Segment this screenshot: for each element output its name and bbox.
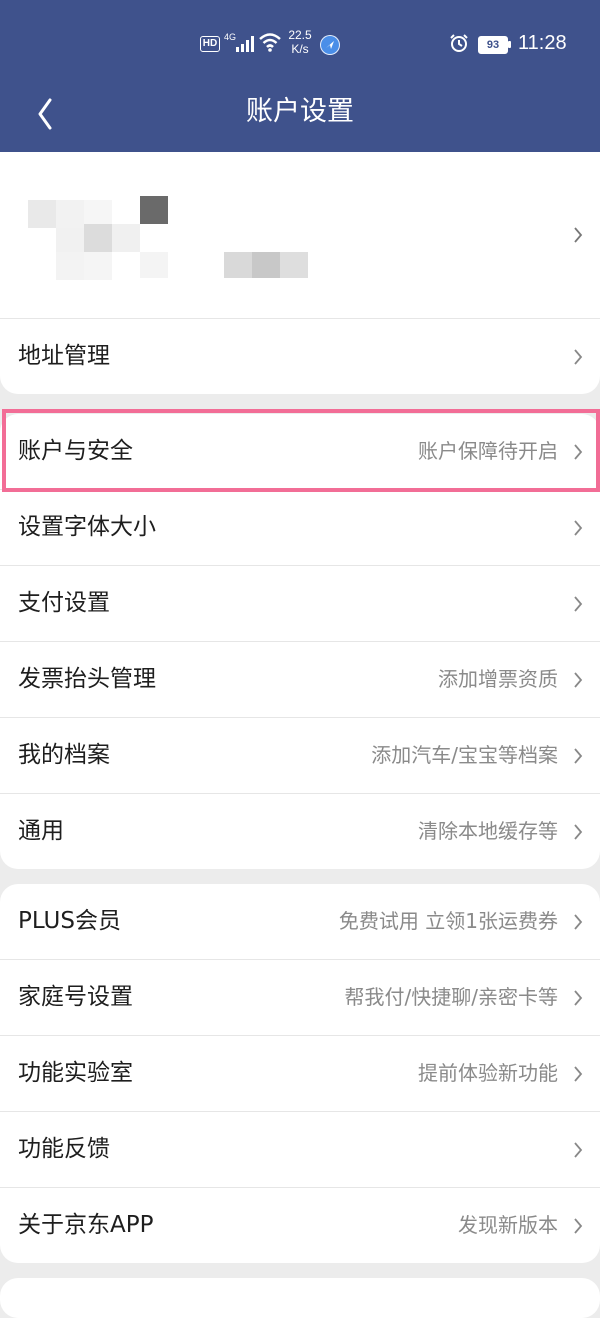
alarm-icon — [450, 34, 468, 52]
speed-unit: K/s — [291, 42, 309, 56]
chevron-right-icon — [574, 1218, 583, 1234]
menu-item-label: PLUS会员 — [18, 908, 121, 934]
menu-item-label: 地址管理 — [18, 343, 110, 369]
wifi-icon — [259, 33, 281, 52]
chevron-right-icon — [574, 227, 583, 243]
network-generation: 4G — [224, 32, 237, 42]
menu-item-hint: 添加汽车/宝宝等档案 — [371, 743, 558, 767]
menu-item-general[interactable]: 通用 清除本地缓存等 — [0, 794, 600, 869]
chevron-right-icon — [574, 1142, 583, 1158]
menu-item-label: 发票抬头管理 — [18, 666, 156, 692]
menu-item-lab[interactable]: 功能实验室 提前体验新功能 — [0, 1036, 600, 1112]
menu-item-label: 账户与安全 — [18, 438, 133, 464]
page-title: 账户设置 — [246, 96, 354, 127]
menu-item-invoice[interactable]: 发票抬头管理 添加增票资质 — [0, 642, 600, 718]
chevron-right-icon — [574, 520, 583, 536]
menu-item-family[interactable]: 家庭号设置 帮我付/快捷聊/亲密卡等 — [0, 960, 600, 1036]
menu-item-font-size[interactable]: 设置字体大小 — [0, 490, 600, 566]
menu-item-label: 设置字体大小 — [18, 514, 156, 540]
menu-item-hint: 发现新版本 — [458, 1213, 558, 1237]
settings-card-account: 账户与安全 账户保障待开启 设置字体大小 支付设置 发票抬头管理 添加增票资质 … — [0, 414, 600, 869]
chevron-right-icon — [574, 596, 583, 612]
menu-item-label: 支付设置 — [18, 590, 110, 616]
settings-card-partial — [0, 1278, 600, 1318]
app-header: 账户设置 — [0, 80, 600, 152]
chevron-right-icon — [574, 914, 583, 930]
menu-item-hint: 提前体验新功能 — [418, 1061, 558, 1085]
chevron-right-icon — [574, 672, 583, 688]
chevron-right-icon — [574, 824, 583, 840]
status-time: 11:28 — [518, 32, 567, 54]
profile-row[interactable] — [0, 152, 600, 319]
menu-item-label: 功能反馈 — [18, 1136, 110, 1162]
settings-card-services: PLUS会员 免费试用 立领1张运费券 家庭号设置 帮我付/快捷聊/亲密卡等 功… — [0, 884, 600, 1263]
menu-item-account-security[interactable]: 账户与安全 账户保障待开启 — [0, 414, 600, 490]
menu-item-label: 家庭号设置 — [18, 984, 133, 1010]
chevron-right-icon — [574, 748, 583, 764]
status-bar: HD 4G 22.5 K/s 93 11:28 — [0, 0, 600, 80]
menu-item-address[interactable]: 地址管理 — [0, 319, 600, 394]
chevron-right-icon — [574, 1066, 583, 1082]
menu-item-about[interactable]: 关于京东APP 发现新版本 — [0, 1188, 600, 1263]
menu-item-profile-files[interactable]: 我的档案 添加汽车/宝宝等档案 — [0, 718, 600, 794]
menu-item-label: 通用 — [18, 818, 64, 844]
menu-item-hint: 免费试用 立领1张运费券 — [338, 909, 558, 933]
signal-icon — [236, 36, 254, 52]
chevron-right-icon — [574, 444, 583, 460]
navigation-app-icon — [320, 35, 340, 55]
hd-badge: HD — [200, 36, 220, 52]
menu-item-payment[interactable]: 支付设置 — [0, 566, 600, 642]
menu-item-hint: 帮我付/快捷聊/亲密卡等 — [344, 985, 558, 1009]
menu-item-hint: 清除本地缓存等 — [418, 819, 558, 843]
menu-item-label: 功能实验室 — [18, 1060, 133, 1086]
profile-card: 地址管理 — [0, 152, 600, 394]
menu-item-plus[interactable]: PLUS会员 免费试用 立领1张运费券 — [0, 884, 600, 960]
menu-item-label: 我的档案 — [18, 742, 110, 768]
speed-value: 22.5 — [288, 28, 312, 42]
chevron-right-icon — [574, 990, 583, 1006]
network-speed: 22.5 K/s — [287, 28, 313, 56]
menu-item-feedback[interactable]: 功能反馈 — [0, 1112, 600, 1188]
chevron-right-icon — [574, 349, 583, 365]
menu-item-hint: 账户保障待开启 — [418, 439, 558, 463]
menu-item-hint: 添加增票资质 — [438, 667, 558, 691]
menu-item-label: 关于京东APP — [18, 1212, 154, 1238]
battery-icon — [508, 41, 511, 48]
battery-level: 93 — [478, 36, 508, 54]
